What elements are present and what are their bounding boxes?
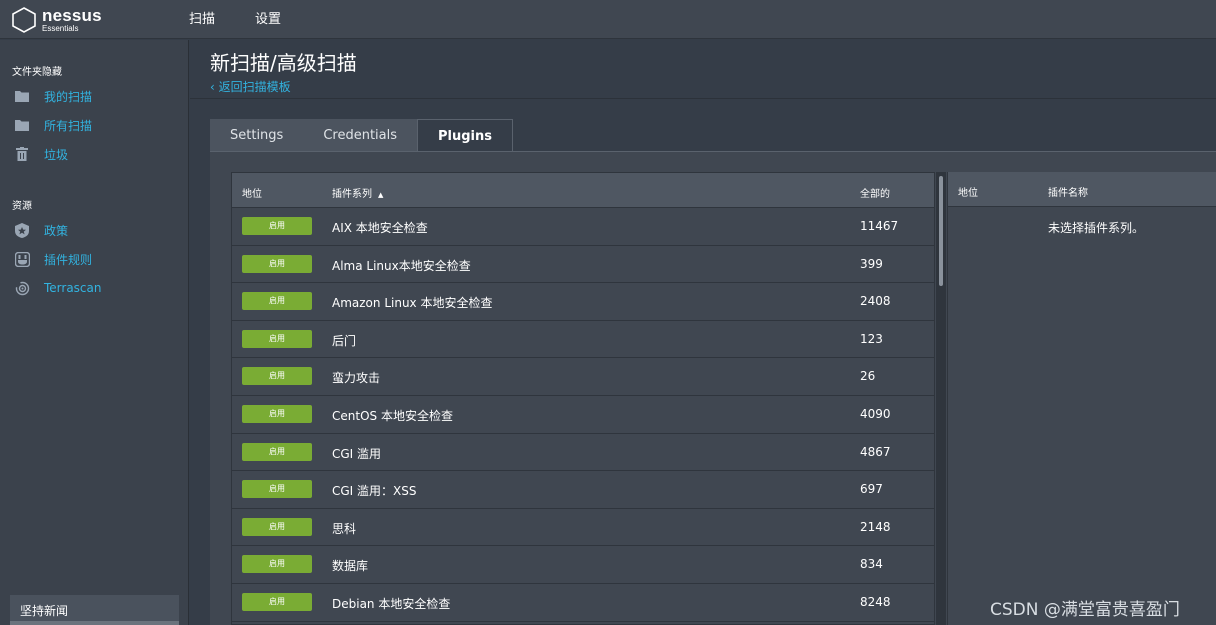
table-row[interactable]: 启用 后门 123 (232, 321, 934, 359)
column-header-family[interactable]: 插件系列 ▲ (332, 185, 383, 200)
scrollbar-thumb[interactable] (939, 176, 943, 286)
plugin-family-name: CGI 滥用：XSS (332, 484, 417, 499)
enabled-toggle-button[interactable]: 启用 (242, 517, 312, 536)
plugin-family-total: 4090 (860, 406, 891, 421)
logo-name: nessus (42, 6, 102, 25)
title-divider (190, 98, 1216, 99)
logo-subtitle: Essentials (42, 24, 79, 33)
enabled-toggle-button[interactable]: 启用 (242, 217, 312, 235)
table-row[interactable]: 启用 AIX 本地安全检查 11467 (232, 208, 934, 246)
plugin-rules-icon (14, 251, 30, 267)
enabled-toggle-button[interactable]: 启用 (242, 592, 312, 611)
table-row[interactable]: 启用 蛮力攻击 26 (232, 358, 934, 396)
plugin-family-total: 123 (860, 331, 883, 346)
csdn-watermark: CSDN @满堂富贵喜盈门 (990, 600, 1180, 620)
enabled-toggle-button[interactable]: 启用 (242, 442, 312, 461)
table-row[interactable]: 启用 Amazon Linux 本地安全检查 2408 (232, 283, 934, 321)
enabled-toggle-button[interactable]: 启用 (242, 254, 312, 273)
sort-ascending-icon: ▲ (378, 191, 384, 199)
plugin-family-total: 11467 (860, 219, 899, 233)
plugin-family-name: Amazon Linux 本地安全检查 (332, 296, 493, 311)
plugin-family-total: 26 (860, 369, 876, 384)
plugin-family-total: 8248 (860, 594, 891, 609)
tab-plugins[interactable]: Plugins (417, 119, 514, 152)
table-header: 地位 插件系列 ▲ 全部的 (232, 173, 934, 208)
table-row[interactable]: 启用 思科 2148 (232, 509, 934, 547)
column-header-total[interactable]: 全部的 (860, 185, 890, 200)
table-row[interactable]: 启用 Alma Linux本地安全检查 399 (232, 246, 934, 284)
sidebar-item-policies[interactable]: 政策 (14, 221, 68, 239)
plugins-list-table: 地位 插件名称 未选择插件系列。 (947, 172, 1216, 625)
plugin-family-total: 834 (860, 557, 883, 572)
table-row[interactable]: 启用 Debian 本地安全检查 8248 (232, 584, 934, 622)
sidebar-section-folders[interactable]: 文件夹隐藏 (12, 63, 62, 78)
sidebar: 文件夹隐藏 我的扫描 所有扫描 垃圾 资源 政策 插件规则 Terrascan … (0, 40, 189, 625)
tab-settings[interactable]: Settings (210, 119, 304, 152)
tab-credentials[interactable]: Credentials (303, 119, 418, 152)
news-panel-bar (10, 621, 179, 625)
plugin-family-name: 蛮力攻击 (332, 371, 381, 386)
trash-icon (14, 146, 30, 162)
sidebar-item-my-scans[interactable]: 我的扫描 (14, 87, 92, 105)
sidebar-section-resources: 资源 (12, 201, 32, 212)
plugin-family-total: 4867 (860, 444, 891, 459)
plugin-family-total: 399 (860, 256, 883, 271)
sidebar-item-label: 垃圾 (44, 147, 69, 162)
policy-icon (14, 222, 30, 238)
sidebar-item-all-scans[interactable]: 所有扫描 (14, 116, 92, 134)
sidebar-item-plugin-rules[interactable]: 插件规则 (14, 250, 92, 268)
nav-settings[interactable]: 设置 (255, 0, 281, 39)
plugin-family-name: AIX 本地安全检查 (332, 221, 428, 235)
sidebar-item-label: 我的扫描 (44, 89, 93, 104)
table-row[interactable]: 启用 CGI 滥用 4867 (232, 434, 934, 472)
enabled-toggle-button[interactable]: 启用 (242, 404, 312, 423)
sidebar-item-terrascan[interactable]: Terrascan (14, 279, 102, 297)
plugins-panel: 地位 插件系列 ▲ 全部的 启用 AIX 本地安全检查 11467 启用 Alma Lin… (210, 152, 1216, 625)
plugin-family-name: CentOS 本地安全检查 (332, 408, 453, 423)
sidebar-item-label: 政策 (44, 223, 69, 238)
enabled-toggle-button[interactable]: 启用 (242, 292, 312, 311)
table-row[interactable]: 启用 CentOS 本地安全检查 4090 (232, 396, 934, 434)
tab-bar: Settings Credentials Plugins (210, 119, 514, 152)
plugin-family-name: CGI 滥用 (332, 446, 382, 461)
sidebar-item-label: 插件规则 (44, 252, 93, 267)
terrascan-icon (14, 280, 30, 296)
sidebar-item-trash[interactable]: 垃圾 (14, 145, 68, 163)
plugin-family-name: 数据库 (332, 559, 369, 574)
top-bar: nessus Essentials 扫描 设置 (0, 0, 1216, 39)
table-header: 地位 插件名称 (948, 172, 1216, 207)
plugin-family-name: 思科 (332, 521, 357, 536)
nessus-logo[interactable]: nessus Essentials (10, 5, 102, 35)
sidebar-item-label: 所有扫描 (44, 118, 93, 133)
page-title: 新扫描/高级扫描 (210, 51, 357, 75)
sidebar-item-label: Terrascan (44, 281, 102, 295)
table-row[interactable]: 启用 数据库 834 (232, 546, 934, 584)
enabled-toggle-button[interactable]: 启用 (242, 555, 312, 574)
column-header-status[interactable]: 地位 (958, 184, 978, 199)
column-header-status[interactable]: 地位 (242, 185, 262, 200)
table-row[interactable]: 启用 CGI 滥用：XSS 697 (232, 471, 934, 509)
plugin-family-total: 697 (860, 482, 883, 497)
plugin-family-total: 2148 (860, 519, 891, 534)
enabled-toggle-button[interactable]: 启用 (242, 480, 312, 499)
plugin-family-name: Alma Linux本地安全检查 (332, 258, 471, 273)
nessus-hexagon-icon (12, 7, 36, 33)
column-header-family-label: 插件系列 (332, 189, 372, 200)
plugin-family-total: 2408 (860, 294, 891, 309)
plugin-family-name: Debian 本地安全检查 (332, 596, 451, 611)
table-scrollbar[interactable] (936, 172, 946, 625)
nav-scans[interactable]: 扫描 (189, 0, 215, 39)
enabled-toggle-button[interactable]: 启用 (242, 367, 312, 386)
folder-icon (14, 117, 30, 133)
folder-icon (14, 88, 30, 104)
back-to-templates-link[interactable]: ‹ 返回扫描模板 (210, 78, 291, 95)
enabled-toggle-button[interactable]: 启用 (242, 329, 312, 348)
plugin-families-table: 地位 插件系列 ▲ 全部的 启用 AIX 本地安全检查 11467 启用 Alma Lin… (231, 172, 935, 625)
empty-state-message: 未选择插件系列。 (1048, 221, 1145, 235)
main-content: 新扫描/高级扫描 ‹ 返回扫描模板 Settings Credentials P… (190, 40, 1216, 625)
plugin-family-name: 后门 (332, 333, 357, 348)
column-header-plugin-name[interactable]: 插件名称 (1048, 184, 1088, 199)
